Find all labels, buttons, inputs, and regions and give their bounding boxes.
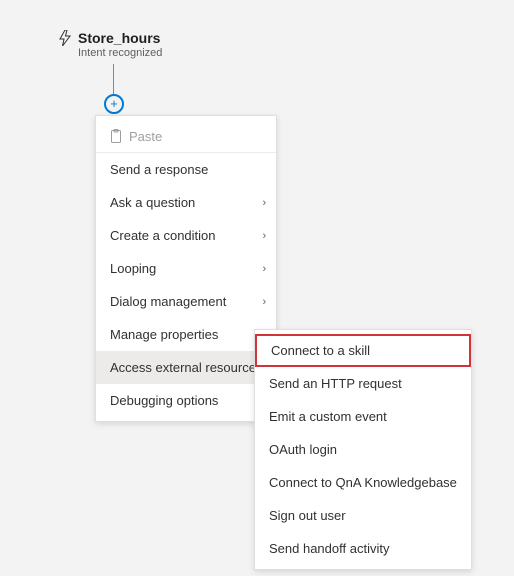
- paste-label: Paste: [129, 129, 162, 144]
- submenu-item-oauth-login[interactable]: OAuth login: [255, 433, 471, 466]
- chevron-right-icon: ›: [262, 263, 266, 275]
- submenu-item-emit-event[interactable]: Emit a custom event: [255, 400, 471, 433]
- menu-item-looping[interactable]: Looping ›: [96, 252, 276, 285]
- menu-item-dialog-management[interactable]: Dialog management ›: [96, 285, 276, 318]
- submenu-item-label: Send handoff activity: [269, 541, 389, 556]
- submenu-item-connect-skill[interactable]: Connect to a skill: [255, 334, 471, 367]
- chevron-right-icon: ›: [262, 230, 266, 242]
- menu-item-label: Send a response: [110, 162, 208, 177]
- paste-menu-item[interactable]: Paste: [96, 120, 276, 153]
- paste-icon: [110, 129, 122, 143]
- menu-item-manage-properties[interactable]: Manage properties ›: [96, 318, 276, 351]
- trigger-text: Store_hours Intent recognized: [78, 30, 162, 59]
- add-action-button[interactable]: [104, 94, 124, 114]
- submenu-item-label: Connect to QnA Knowledgebase: [269, 475, 457, 490]
- submenu-item-qna-kb[interactable]: Connect to QnA Knowledgebase: [255, 466, 471, 499]
- menu-item-ask-question[interactable]: Ask a question ›: [96, 186, 276, 219]
- menu-item-send-response[interactable]: Send a response: [96, 153, 276, 186]
- submenu-item-sign-out[interactable]: Sign out user: [255, 499, 471, 532]
- trigger-title: Store_hours: [78, 30, 162, 46]
- trigger-subtitle: Intent recognized: [78, 47, 162, 59]
- trigger-bolt-icon: [58, 30, 72, 46]
- menu-item-label: Debugging options: [110, 393, 218, 408]
- submenu-item-label: Emit a custom event: [269, 409, 387, 424]
- menu-item-label: Dialog management: [110, 294, 226, 309]
- actions-menu: Paste Send a response Ask a question › C…: [95, 115, 277, 422]
- menu-item-label: Ask a question: [110, 195, 195, 210]
- designer-canvas: Store_hours Intent recognized Paste Send…: [0, 0, 514, 40]
- submenu-item-handoff[interactable]: Send handoff activity: [255, 532, 471, 565]
- submenu-external-resources: Connect to a skill Send an HTTP request …: [254, 329, 472, 570]
- menu-item-label: Access external resources: [110, 360, 262, 375]
- submenu-item-send-http[interactable]: Send an HTTP request: [255, 367, 471, 400]
- menu-item-create-condition[interactable]: Create a condition ›: [96, 219, 276, 252]
- menu-item-access-external-resources[interactable]: Access external resources ›: [96, 351, 276, 384]
- submenu-item-label: Connect to a skill: [271, 343, 370, 358]
- menu-item-label: Looping: [110, 261, 156, 276]
- submenu-item-label: Sign out user: [269, 508, 346, 523]
- trigger-node[interactable]: Store_hours Intent recognized: [58, 30, 162, 59]
- submenu-item-label: Send an HTTP request: [269, 376, 402, 391]
- menu-item-label: Manage properties: [110, 327, 218, 342]
- menu-item-debugging-options[interactable]: Debugging options ›: [96, 384, 276, 417]
- menu-item-label: Create a condition: [110, 228, 216, 243]
- connector-line: [113, 64, 114, 94]
- chevron-right-icon: ›: [262, 197, 266, 209]
- chevron-right-icon: ›: [262, 296, 266, 308]
- submenu-item-label: OAuth login: [269, 442, 337, 457]
